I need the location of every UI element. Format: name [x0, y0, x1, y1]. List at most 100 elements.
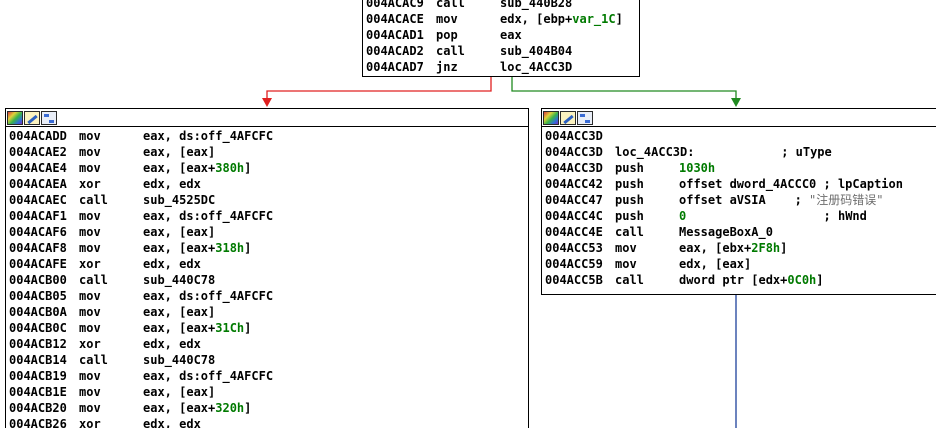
asm-operands: MessageBoxA_0 [679, 225, 773, 239]
top-block-lines: 004ACAC9 call sub_440B28 004ACACE mov edx, [e… [363, 0, 639, 75]
asm-operands: eax, ds:off_4AFCFC [143, 129, 273, 143]
asm-operand-text: sub_440C78 [143, 353, 216, 367]
asm-operand-text: dword ptr [edx+ [679, 273, 788, 287]
asm-operand-text: sub_440B28 [500, 0, 573, 10]
asm-mnemonic: call [79, 193, 108, 207]
edge-true-branch[interactable] [511, 76, 737, 100]
asm-line[interactable]: 004ACB19 mov eax, ds:off_4AFCFC [9, 368, 528, 384]
asm-line[interactable]: 004ACB05 mov eax, ds:off_4AFCFC [9, 288, 528, 304]
asm-operand-text: offset dword_4ACCC0 [679, 177, 824, 191]
code-block-right[interactable]: 004ACC3D 004ACC3D loc_4ACC3D: ; uType 004AC… [541, 108, 936, 295]
asm-line[interactable]: 004ACC53 mov eax, [ebx+2F8h] [545, 240, 936, 256]
asm-line[interactable]: 004ACB0C mov eax, [eax+31Ch] [9, 320, 528, 336]
asm-mnemonic: push [615, 161, 644, 175]
asm-line[interactable]: 004ACC47 push offset aVSIA ; "注册码错误" [545, 192, 936, 208]
asm-operands: edx, edx [143, 337, 201, 351]
asm-line[interactable]: 004ACB20 mov eax, [eax+320h] [9, 400, 528, 416]
graph-view-canvas[interactable]: 004ACAC9 call sub_440B28 004ACACE mov edx, [e… [0, 0, 936, 428]
asm-line[interactable]: 004ACC59 mov edx, [eax] [545, 256, 936, 272]
asm-line[interactable]: 004ACAF1 mov eax, ds:off_4AFCFC [9, 208, 528, 224]
asm-address: 004ACADD [9, 129, 67, 143]
asm-address: 004ACB12 [9, 337, 67, 351]
asm-line[interactable]: 004ACAD1 pop eax [366, 27, 639, 43]
asm-line[interactable]: 004ACAFE xor edx, edx [9, 256, 528, 272]
color-palette-icon[interactable] [7, 110, 23, 125]
asm-line[interactable]: 004ACB0A mov eax, [eax] [9, 304, 528, 320]
asm-address: 004ACAD7 [366, 60, 424, 74]
asm-line[interactable]: 004ACB1E mov eax, [eax] [9, 384, 528, 400]
graph-overview-icon[interactable] [577, 110, 593, 125]
asm-line[interactable]: 004ACAE2 mov eax, [eax] [9, 144, 528, 160]
asm-operands: eax, [eax] [143, 145, 215, 159]
asm-operands [694, 145, 781, 159]
asm-operand-text: ] [244, 161, 252, 175]
asm-immediate: 320h [215, 401, 245, 415]
asm-address: 004ACB20 [9, 401, 67, 415]
asm-line[interactable]: 004ACC4C push 0 ; hWnd [545, 208, 936, 224]
edit-icon[interactable] [24, 110, 40, 125]
asm-mnemonic: mov [79, 209, 101, 223]
asm-line[interactable]: 004ACAEC call sub_4525DC [9, 192, 528, 208]
asm-address: 004ACAEC [9, 193, 67, 207]
asm-operand-text: eax, ds:off_4AFCFC [143, 209, 274, 223]
asm-line[interactable]: 004ACB26 xor edx, edx [9, 416, 528, 428]
asm-mnemonic: mov [79, 145, 101, 159]
asm-operand-text: ] [244, 241, 252, 255]
asm-line[interactable]: 004ACC5B call dword ptr [edx+0C0h] [545, 272, 936, 288]
code-block-top[interactable]: 004ACAC9 call sub_440B28 004ACACE mov edx, [e… [362, 0, 640, 77]
asm-line[interactable]: 004ACB14 call sub_440C78 [9, 352, 528, 368]
asm-line[interactable]: 004ACAC9 call sub_440B28 [366, 0, 639, 11]
asm-operand-text: eax, ds:off_4AFCFC [143, 289, 274, 303]
asm-line[interactable]: 004ACACE mov edx, [ebp+var_1C] [366, 11, 639, 27]
asm-line[interactable]: 004ACAD7 jnz loc_4ACC3D [366, 59, 639, 75]
asm-mnemonic: call [615, 273, 644, 287]
left-block-header [6, 109, 528, 127]
asm-mnemonic: mov [79, 129, 101, 143]
asm-address: 004ACC3D [545, 145, 603, 159]
asm-mnemonic: xor [79, 417, 101, 428]
asm-operands: eax, [eax] [143, 225, 215, 239]
asm-line[interactable]: 004ACB00 call sub_440C78 [9, 272, 528, 288]
asm-line[interactable]: 004ACC3D [545, 128, 936, 144]
asm-line[interactable]: 004ACAF8 mov eax, [eax+318h] [9, 240, 528, 256]
asm-line[interactable]: 004ACC3D push 1030h [545, 160, 936, 176]
asm-operands: eax, ds:off_4AFCFC [143, 289, 273, 303]
asm-operand-text: edx, edx [143, 337, 201, 351]
asm-line[interactable]: 004ACAE4 mov eax, [eax+380h] [9, 160, 528, 176]
asm-line[interactable]: 004ACC3D loc_4ACC3D: ; uType [545, 144, 936, 160]
asm-operands: offset dword_4ACCC0 [679, 177, 824, 191]
asm-line[interactable]: 004ACC4E call MessageBoxA_0 [545, 224, 936, 240]
asm-line[interactable]: 004ACADD mov eax, ds:off_4AFCFC [9, 128, 528, 144]
asm-line[interactable]: 004ACAF6 mov eax, [eax] [9, 224, 528, 240]
graph-overview-icon[interactable] [41, 110, 57, 125]
asm-line[interactable]: 004ACAD2 call sub_404B04 [366, 43, 639, 59]
asm-operands: eax, [eax] [143, 385, 215, 399]
color-palette-icon[interactable] [543, 110, 559, 125]
asm-operands: 0 [679, 209, 824, 223]
asm-address: 004ACC47 [545, 193, 603, 207]
asm-address: 004ACAF8 [9, 241, 67, 255]
asm-immediate: 380h [215, 161, 245, 175]
asm-line[interactable]: 004ACC42 push offset dword_4ACCC0 ; lpCapt… [545, 176, 936, 192]
asm-operand-text: MessageBoxA_0 [679, 225, 773, 239]
asm-mnemonic: mov [79, 161, 101, 175]
asm-address: 004ACB19 [9, 369, 67, 383]
asm-operand-text: loc_4ACC3D [500, 60, 573, 74]
asm-line[interactable]: 004ACB12 xor edx, edx [9, 336, 528, 352]
asm-operands: offset aVSIA [679, 193, 795, 207]
asm-operands: eax, [eax] [143, 305, 215, 319]
edit-icon[interactable] [560, 110, 576, 125]
asm-operands: eax, ds:off_4AFCFC [143, 209, 273, 223]
asm-comment: ; "注册码错误" [794, 193, 884, 207]
asm-operand-text: ] [780, 241, 788, 255]
asm-operands: edx, edx [143, 177, 201, 191]
asm-operand-text: sub_4525DC [143, 193, 216, 207]
asm-operand-text: ] [816, 273, 824, 287]
asm-mnemonic: call [79, 273, 108, 287]
edge-false-branch[interactable] [266, 76, 492, 100]
code-block-left[interactable]: 004ACADD mov eax, ds:off_4AFCFC 004ACAE2 mov… [5, 108, 529, 428]
asm-operands: sub_440C78 [143, 273, 215, 287]
asm-line[interactable]: 004ACAEA xor edx, edx [9, 176, 528, 192]
asm-operands: eax, [eax+31Ch] [143, 321, 251, 335]
asm-immediate: 0C0h [787, 273, 817, 287]
